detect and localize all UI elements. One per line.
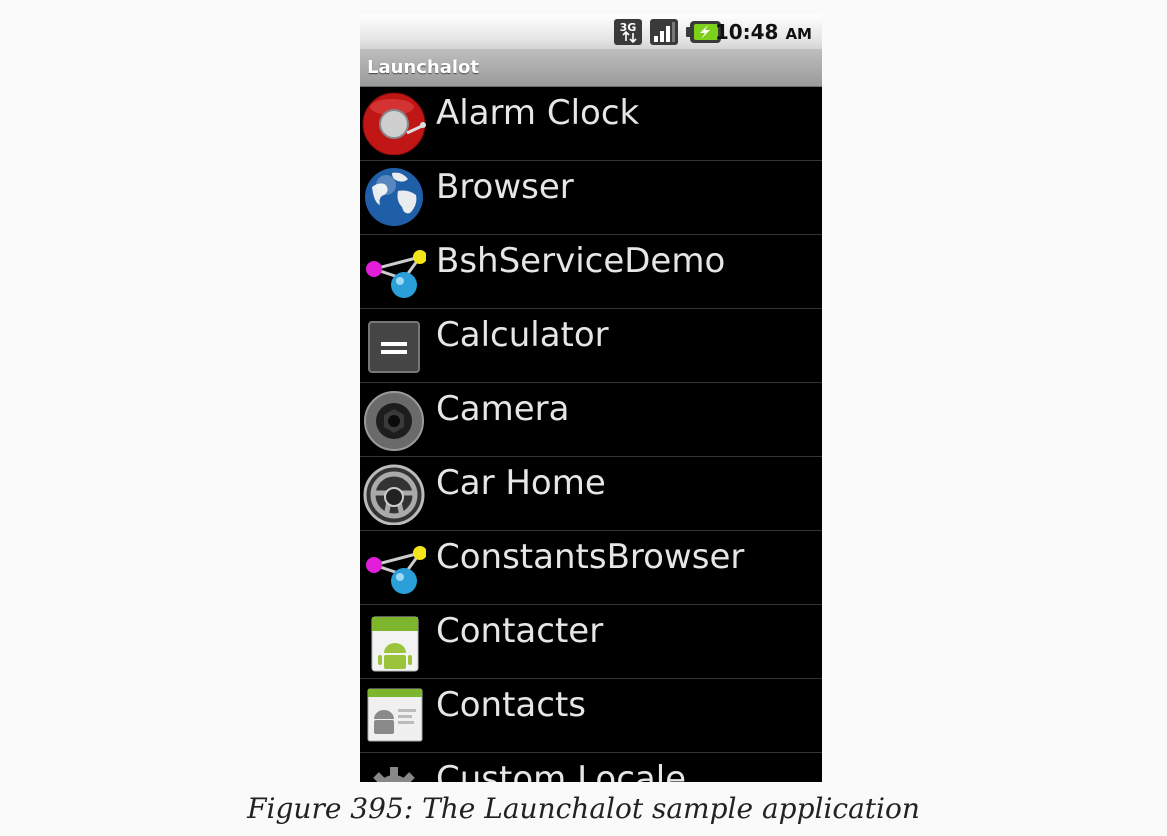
list-item-camera[interactable]: Camera [360, 383, 822, 457]
3g-data-icon: 3G [614, 19, 642, 45]
app-list[interactable]: Alarm Clock Browser BshServiceDemo Calcu… [360, 87, 822, 782]
list-item-contacts[interactable]: Contacts [360, 679, 822, 753]
list-item-car-home[interactable]: Car Home [360, 457, 822, 531]
clock: 10:48 AM [715, 20, 812, 44]
app-label: Car Home [436, 463, 606, 503]
list-item-calculator[interactable]: Calculator [360, 309, 822, 383]
steering-wheel-icon [363, 464, 425, 525]
globe-icon [365, 168, 423, 226]
status-bar: 3G 10:48 AM [360, 14, 822, 50]
molecule-icon [366, 250, 426, 298]
list-item-contacter[interactable]: Contacter [360, 605, 822, 679]
app-label: Alarm Clock [436, 93, 640, 133]
gear-icon [373, 767, 415, 782]
list-item-custom-locale[interactable]: Custom Locale [360, 753, 822, 782]
app-label: ConstantsBrowser [436, 537, 745, 577]
clock-ampm: AM [785, 25, 812, 43]
contacts-card-icon [367, 688, 423, 742]
camera-lens-icon [364, 391, 424, 451]
app-label: Calculator [436, 315, 609, 355]
android-robot-icon [371, 616, 419, 672]
app-label: Contacter [436, 611, 604, 651]
molecule-icon [366, 546, 426, 594]
title-bar: Launchalot [360, 50, 822, 87]
phone-screen: 3G 10:48 AM Launchalot Alarm Clock Brows… [360, 14, 822, 782]
figure-caption: Figure 395: The Launchalot sample applic… [247, 792, 920, 825]
clock-time: 10:48 [714, 20, 779, 44]
list-item-constantsbrowser[interactable]: ConstantsBrowser [360, 531, 822, 605]
app-label: Camera [436, 389, 570, 429]
svg-text:3G: 3G [620, 21, 637, 34]
app-label: BshServiceDemo [436, 241, 726, 281]
signal-bars-icon [650, 19, 678, 45]
calculator-icon [368, 321, 420, 373]
app-label: Browser [436, 167, 574, 207]
list-item-alarm-clock[interactable]: Alarm Clock [360, 87, 822, 161]
alarm-clock-icon [362, 92, 426, 155]
list-item-bshservicedemo[interactable]: BshServiceDemo [360, 235, 822, 309]
app-label: Contacts [436, 685, 586, 725]
list-item-browser[interactable]: Browser [360, 161, 822, 235]
app-title: Launchalot [367, 57, 480, 78]
app-label: Custom Locale [436, 759, 687, 782]
